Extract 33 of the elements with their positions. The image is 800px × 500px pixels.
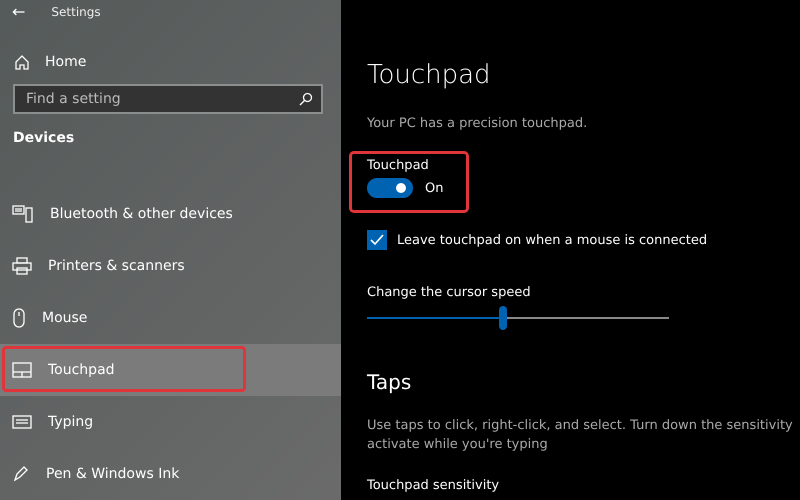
- checkbox[interactable]: [367, 230, 387, 250]
- checkbox-label: Leave touchpad on when a mouse is connected: [397, 232, 708, 248]
- home-link[interactable]: Home: [45, 54, 86, 70]
- page-title: Touchpad: [367, 60, 492, 92]
- mouse-icon: [12, 308, 26, 328]
- setting-label: Touchpad sensitivity: [367, 478, 500, 493]
- device-keyboard-icon: [12, 205, 34, 223]
- keyboard-icon: [12, 415, 32, 429]
- description-text: Use taps to click, right-click, and select. Turn down the sensitivity: [367, 417, 794, 435]
- description-text: Your PC has a precision touchpad.: [367, 116, 588, 131]
- section-heading: Taps: [367, 370, 412, 394]
- toggle-switch[interactable]: [367, 178, 413, 198]
- checkmark-icon: [370, 234, 384, 246]
- sidebar-item[interactable]: Printers & scanners: [0, 240, 341, 292]
- search-field[interactable]: Find a setting: [13, 84, 323, 114]
- toggle-state: On: [425, 180, 444, 196]
- description-text: activate while you're typing: [367, 436, 549, 454]
- section-heading: Devices: [12, 129, 76, 146]
- sidebar-item[interactable]: Touchpad: [0, 344, 341, 396]
- sidebar-item[interactable]: Mouse: [0, 292, 341, 344]
- slider-thumb[interactable]: [498, 306, 507, 330]
- sidebar-item[interactable]: Bluetooth & other devices: [0, 188, 341, 240]
- printer-icon: [12, 257, 32, 275]
- pen-icon: [12, 465, 30, 483]
- search-icon: [299, 92, 313, 106]
- slider-label: Change the cursor speed: [367, 285, 532, 300]
- sidebar-item[interactable]: Typing: [0, 396, 341, 448]
- toggle-label: Touchpad: [367, 158, 430, 173]
- window-title: Settings: [51, 4, 101, 19]
- back-button[interactable]: ←: [12, 2, 26, 22]
- home-icon: [14, 54, 30, 70]
- touchpad-icon: [12, 362, 32, 378]
- sidebar-item[interactable]: Pen & Windows Ink: [0, 448, 341, 500]
